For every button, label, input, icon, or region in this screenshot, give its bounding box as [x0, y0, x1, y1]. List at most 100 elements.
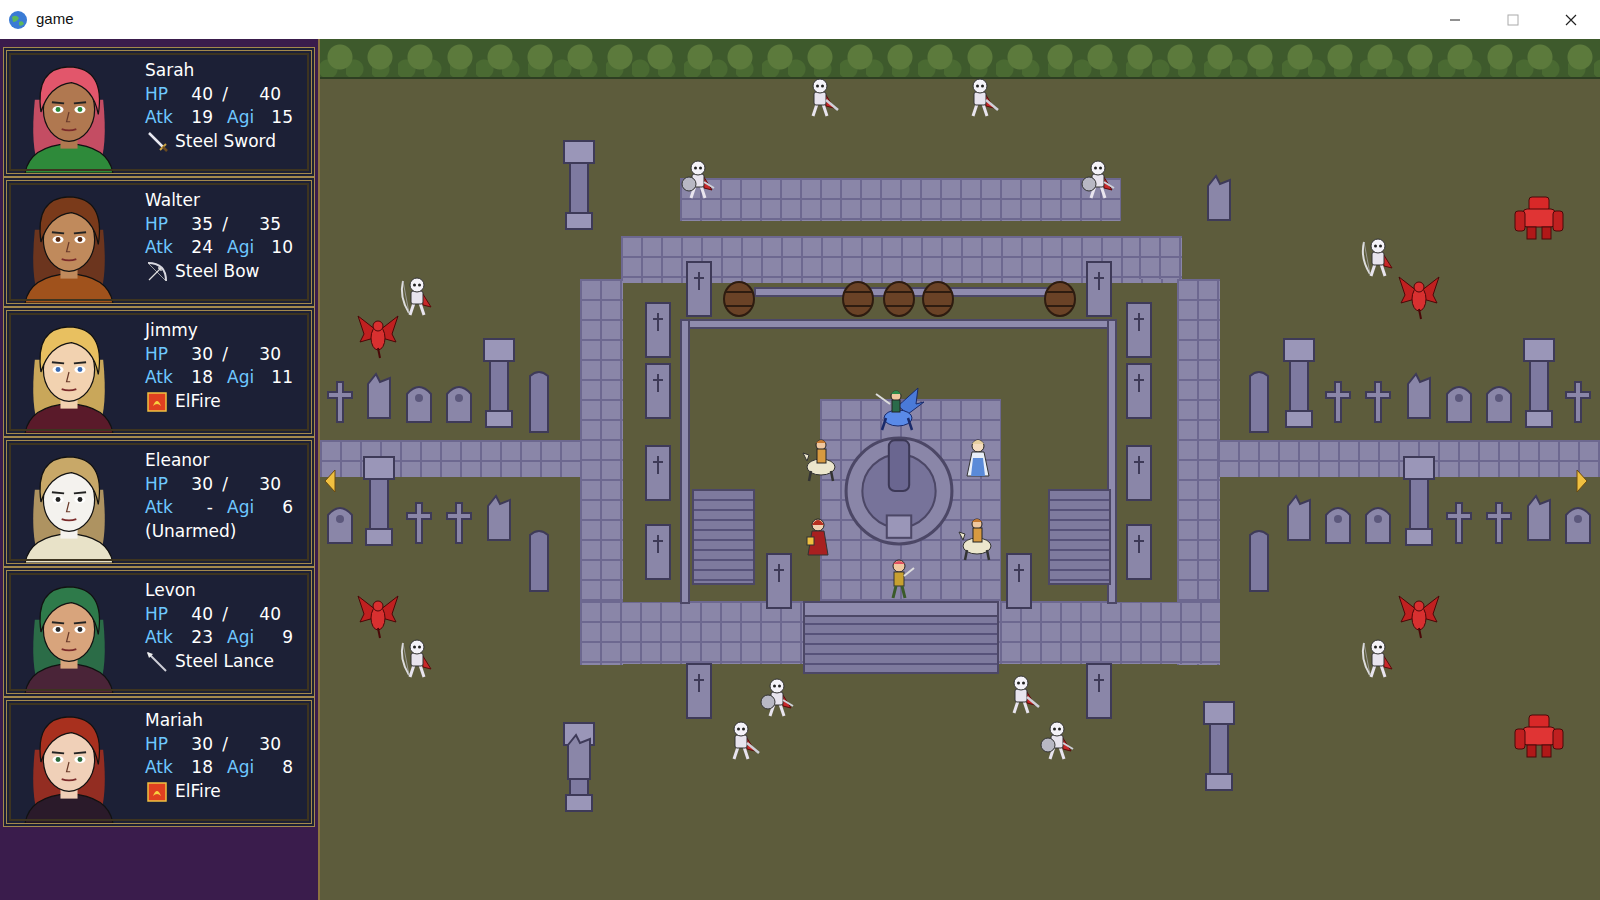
character-card[interactable]: MariahHP30/30Atk18Agi8ElFire: [3, 697, 315, 827]
close-icon[interactable]: [1542, 0, 1600, 39]
attack-row: Atk18Agi8: [145, 756, 305, 779]
gravestone: [562, 139, 596, 231]
scroll-left-icon[interactable]: [322, 468, 338, 494]
skeleton-archer-icon[interactable]: [397, 637, 437, 681]
gravestone: [1363, 378, 1393, 424]
scroll-right-icon[interactable]: [1574, 468, 1590, 494]
pegasus-icon[interactable]: [872, 384, 926, 434]
attack-row: Atk24Agi10: [145, 236, 305, 259]
character-card[interactable]: JimmyHP30/30Atk18Agi11ElFire: [3, 307, 315, 437]
attack-row: Atk18Agi11: [145, 366, 305, 389]
gravestone: [325, 378, 355, 424]
minimize-icon[interactable]: [1426, 0, 1484, 39]
max-hp-value: 35: [237, 213, 281, 236]
stone-path: [621, 236, 660, 279]
gravestone: [1124, 523, 1154, 581]
atk-value: -: [185, 496, 213, 519]
hp-value: 30: [185, 733, 213, 756]
skeleton-archer-icon[interactable]: [397, 275, 437, 319]
gravestone: [1323, 378, 1353, 424]
weapon-row: (Unarmed): [145, 520, 305, 543]
tome-icon: [145, 780, 169, 804]
gravestone: [1522, 337, 1556, 429]
gravestone: [1202, 700, 1236, 792]
character-card[interactable]: LevonHP40/40Atk23Agi9Steel Lance: [3, 567, 315, 697]
bow-icon: [145, 260, 169, 284]
atk-value: 18: [185, 366, 213, 389]
skeleton-icon[interactable]: [721, 719, 761, 763]
cavalier-icon[interactable]: [797, 433, 843, 483]
golem-icon[interactable]: [1513, 195, 1565, 241]
portrait: [7, 181, 131, 303]
atk-label: Atk: [145, 106, 185, 129]
skeleton-icon[interactable]: [800, 76, 840, 120]
gargoyle-icon[interactable]: [356, 312, 400, 360]
gravestone: [1084, 662, 1114, 720]
hp-value: 40: [185, 83, 213, 106]
mage-icon[interactable]: [801, 515, 835, 559]
gravestone: [1444, 378, 1474, 424]
sword-icon: [145, 130, 169, 154]
gargoyle-icon[interactable]: [1397, 273, 1441, 321]
portrait: [7, 571, 131, 693]
skeleton-shield-icon[interactable]: [757, 676, 797, 720]
agi-value: 8: [265, 756, 293, 779]
hp-label: HP: [145, 343, 185, 366]
character-card[interactable]: EleanorHP30/30Atk-Agi6(Unarmed): [3, 437, 315, 567]
attack-row: Atk23Agi9: [145, 626, 305, 649]
skeleton-icon[interactable]: [1001, 673, 1041, 717]
hp-row: HP35/35: [145, 213, 305, 236]
skeleton-shield-icon[interactable]: [1078, 158, 1118, 202]
gravestone: [643, 301, 673, 359]
character-name: Mariah: [145, 709, 305, 732]
gravestone: [1563, 378, 1593, 424]
atk-label: Atk: [145, 496, 185, 519]
skeleton-archer-icon[interactable]: [1358, 236, 1398, 280]
portrait: [7, 311, 131, 433]
hp-label: HP: [145, 473, 185, 496]
weapon-row: ElFire: [145, 780, 305, 804]
agi-label: Agi: [227, 366, 265, 389]
hp-row: HP30/30: [145, 733, 305, 756]
gravestone: [1124, 444, 1154, 502]
skeleton-shield-icon[interactable]: [1037, 719, 1077, 763]
gravestone: [404, 499, 434, 545]
hedge: [320, 39, 1600, 79]
gravestone: [1363, 499, 1393, 545]
fighter-icon[interactable]: [882, 556, 916, 600]
weapon-row: Steel Sword: [145, 130, 305, 154]
tome-icon: [145, 390, 169, 414]
skeleton-shield-icon[interactable]: [678, 158, 718, 202]
window-title: game: [28, 8, 74, 31]
barrel: [882, 281, 916, 317]
agi-label: Agi: [227, 106, 265, 129]
hp-label: HP: [145, 603, 185, 626]
maximize-icon[interactable]: [1484, 0, 1542, 39]
skeleton-archer-icon[interactable]: [1358, 637, 1398, 681]
gravestone: [404, 378, 434, 424]
gargoyle-icon[interactable]: [1397, 592, 1441, 640]
gargoyle-icon[interactable]: [356, 592, 400, 640]
character-card[interactable]: SarahHP40/40Atk19Agi15Steel Sword: [3, 47, 315, 177]
barrel: [722, 281, 756, 317]
hp-row: HP40/40: [145, 603, 305, 626]
gravestone: [1484, 378, 1514, 424]
cavalier-icon[interactable]: [953, 512, 999, 562]
gravestone: [643, 444, 673, 502]
weapon-name: Steel Bow: [175, 260, 259, 283]
character-card[interactable]: WalterHP35/35Atk24Agi10Steel Bow: [3, 177, 315, 307]
character-stats: MariahHP30/30Atk18Agi8ElFire: [131, 701, 311, 823]
golem-icon[interactable]: [1513, 713, 1565, 759]
courtyard-wall: [680, 319, 1116, 329]
cleric-icon[interactable]: [961, 436, 995, 480]
gravestone: [1484, 499, 1514, 545]
gravestone: [1282, 337, 1316, 429]
stone-path: [1139, 236, 1182, 279]
character-name: Eleanor: [145, 449, 305, 472]
hp-row: HP30/30: [145, 473, 305, 496]
atk-label: Atk: [145, 366, 185, 389]
character-stats: JimmyHP30/30Atk18Agi11ElFire: [131, 311, 311, 433]
weapon-name: Steel Lance: [175, 650, 274, 673]
skeleton-icon[interactable]: [960, 76, 1000, 120]
battle-map[interactable]: [320, 39, 1600, 900]
